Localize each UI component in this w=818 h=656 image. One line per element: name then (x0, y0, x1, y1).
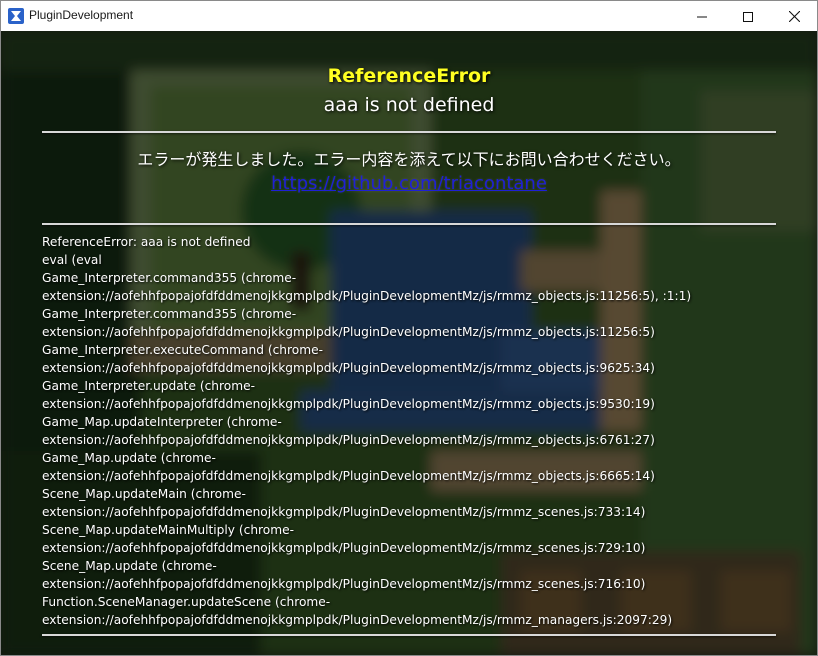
app-icon (8, 8, 24, 24)
error-message: aaa is not defined (323, 94, 495, 116)
stack-trace-line: extension://aofehhfpopajofdfddmenojkkgmp… (42, 361, 655, 375)
stack-trace-line: extension://aofehhfpopajofdfddmenojkkgmp… (42, 325, 655, 339)
close-button[interactable] (771, 1, 817, 31)
minimize-icon (697, 7, 707, 26)
maximize-button[interactable] (725, 1, 771, 31)
divider (42, 634, 776, 636)
stack-trace-line: extension://aofehhfpopajofdfddmenojkkgmp… (42, 433, 655, 447)
stack-trace-line: Game_Interpreter.executeCommand (chrome- (42, 343, 323, 357)
stack-trace-line: eval (eval (42, 253, 102, 267)
stack-trace-line: extension://aofehhfpopajofdfddmenojkkgmp… (42, 397, 655, 411)
stack-trace-line: extension://aofehhfpopajofdfddmenojkkgmp… (42, 289, 692, 303)
stack-trace-line: extension://aofehhfpopajofdfddmenojkkgmp… (42, 505, 646, 519)
game-screen: ReferenceError aaa is not defined エラーが発生… (1, 31, 817, 655)
maximize-icon (743, 7, 753, 26)
stack-trace-line: Scene_Map.updateMain (chrome- (42, 487, 246, 501)
window-title: PluginDevelopment (29, 8, 134, 22)
stack-trace-line: extension://aofehhfpopajofdfddmenojkkgmp… (42, 613, 673, 627)
stack-trace: ReferenceError: aaa is not defined eval … (42, 233, 782, 629)
stack-trace-line: Game_Map.updateInterpreter (chrome- (42, 415, 282, 429)
error-help-text: エラーが発生しました。エラー内容を添えて以下にお問い合わせください。 (137, 150, 681, 169)
minimize-button[interactable] (679, 1, 725, 31)
divider (42, 223, 776, 225)
app-window: PluginDevelopment ReferenceError aaa is … (0, 0, 818, 656)
stack-trace-line: Game_Interpreter.update (chrome- (42, 379, 255, 393)
error-name: ReferenceError (327, 65, 491, 87)
stack-trace-line: Function.SceneManager.updateScene (chrom… (42, 595, 331, 609)
stack-trace-line: Game_Interpreter.command355 (chrome- (42, 307, 297, 321)
stack-trace-line: extension://aofehhfpopajofdfddmenojkkgmp… (42, 541, 646, 555)
close-icon (788, 7, 800, 26)
stack-trace-line: extension://aofehhfpopajofdfddmenojkkgmp… (42, 577, 646, 591)
stack-trace-line: Scene_Map.updateMainMultiply (chrome- (42, 523, 295, 537)
support-link[interactable]: https://github.com/triacontane (1, 173, 817, 194)
stack-trace-line: Game_Map.update (chrome- (42, 451, 216, 465)
stack-trace-line: Game_Interpreter.command355 (chrome- (42, 271, 297, 285)
title-bar[interactable]: PluginDevelopment (1, 1, 817, 31)
stack-trace-line: extension://aofehhfpopajofdfddmenojkkgmp… (42, 469, 655, 483)
stack-trace-line: Scene_Map.update (chrome- (42, 559, 217, 573)
divider (42, 131, 776, 133)
stack-trace-line: ReferenceError: aaa is not defined (42, 235, 251, 249)
